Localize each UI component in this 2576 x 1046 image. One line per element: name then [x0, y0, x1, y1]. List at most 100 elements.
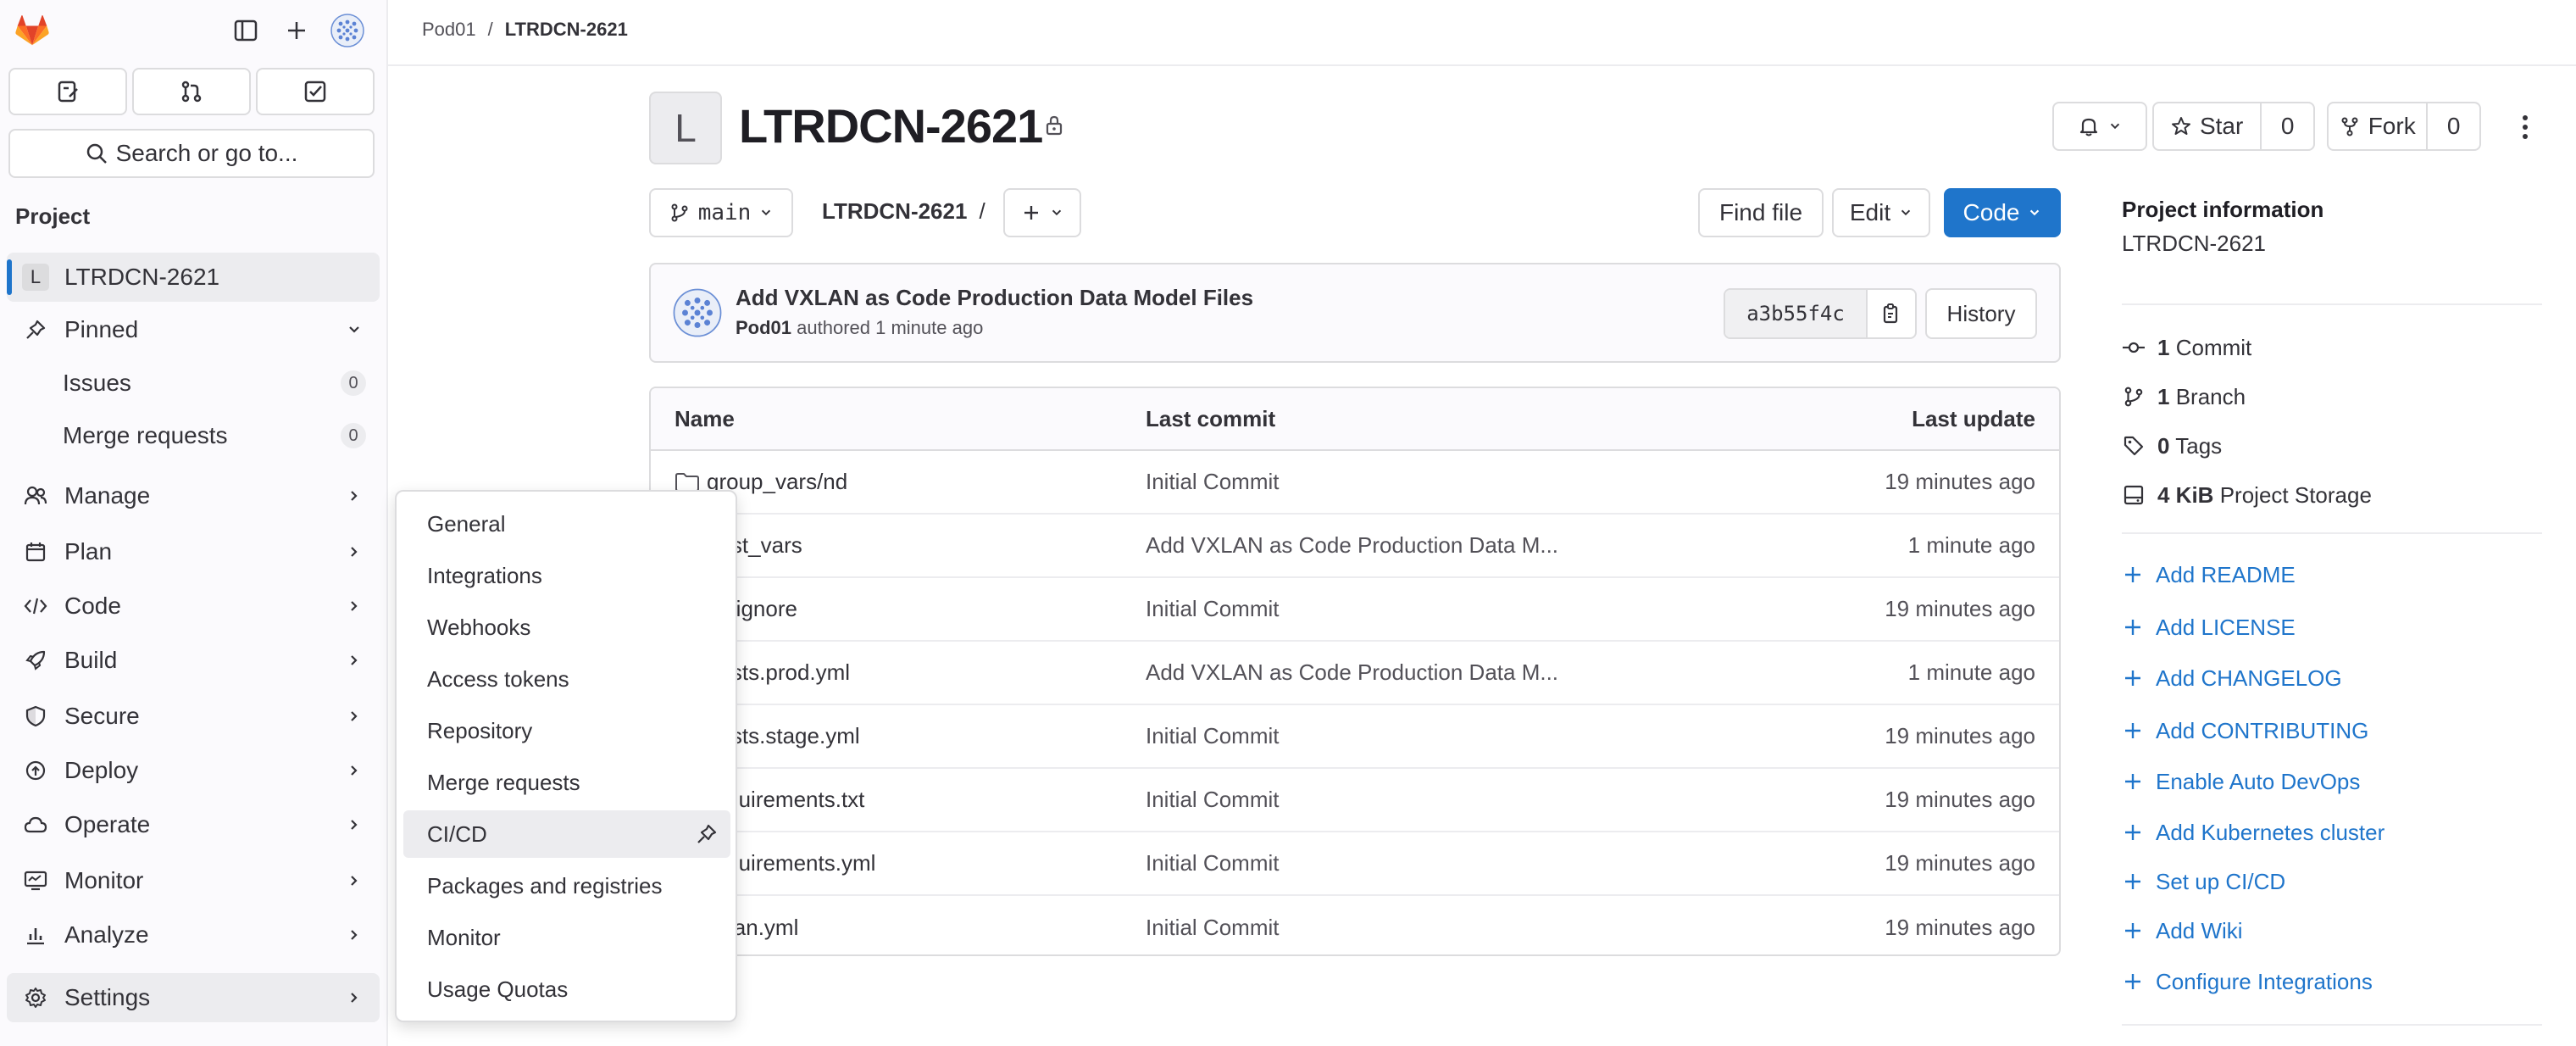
link-label: Configure Integrations	[2156, 968, 2373, 994]
settings-menu-item-monitor[interactable]: Monitor	[403, 914, 730, 961]
star-count[interactable]: 0	[2260, 103, 2313, 149]
breadcrumb-group-link[interactable]: Pod01	[422, 19, 476, 41]
sidebar-item-settings[interactable]: Settings	[7, 973, 380, 1022]
row-commit-link[interactable]: Initial Commit	[1146, 832, 1279, 894]
chevron-right-icon	[337, 488, 371, 504]
copy-sha-button[interactable]	[1866, 290, 1915, 337]
commit-title-link[interactable]: Add VXLAN as Code Production Data Model …	[736, 285, 1253, 311]
settings-menu-item-packages-registries[interactable]: Packages and registries	[403, 862, 730, 910]
row-updated: 19 minutes ago	[1885, 787, 2035, 812]
branches-stat-link[interactable]: 1 Branch	[2122, 380, 2246, 414]
sidebar-item-manage[interactable]: Manage	[7, 471, 380, 520]
sidebar-item-monitor[interactable]: Monitor	[7, 856, 380, 905]
search-button[interactable]: Search or go to...	[8, 129, 375, 178]
table-row[interactable]: hosts.prod.yml Add VXLAN as Code Product…	[651, 642, 2059, 705]
table-row[interactable]: .gitignore Initial Commit 19 minutes ago	[651, 578, 2059, 642]
row-commit-link[interactable]: Initial Commit	[1146, 896, 1279, 954]
table-row[interactable]: host_vars Add VXLAN as Code Production D…	[651, 515, 2059, 578]
sidebar-item-plan[interactable]: Plan	[7, 527, 380, 576]
commit-author-link[interactable]: Pod01	[736, 317, 791, 338]
row-commit-link[interactable]: Initial Commit	[1146, 769, 1279, 831]
pin-icon	[19, 319, 53, 341]
add-kubernetes-cluster-link[interactable]: Add Kubernetes cluster	[2122, 815, 2384, 849]
fork-count[interactable]: 0	[2426, 103, 2479, 149]
sidebar-item-project[interactable]: L LTRDCN-2621	[7, 253, 380, 302]
settings-menu-item-cicd[interactable]: CI/CD	[403, 810, 730, 858]
find-file-button[interactable]: Find file	[1698, 188, 1824, 237]
plus-icon	[2125, 723, 2140, 738]
author-avatar[interactable]	[673, 288, 722, 337]
row-commit-link[interactable]: Add VXLAN as Code Production Data M...	[1146, 515, 1558, 576]
settings-menu-item-access-tokens[interactable]: Access tokens	[403, 655, 730, 703]
history-button[interactable]: History	[1925, 288, 2037, 339]
sidebar-item-deploy[interactable]: Deploy	[7, 746, 380, 795]
repo-path-root-link[interactable]: LTRDCN-2621	[822, 198, 967, 225]
column-header-last-commit: Last commit	[1146, 405, 1276, 431]
add-license-link[interactable]: Add LICENSE	[2122, 610, 2296, 644]
row-commit-link[interactable]: Initial Commit	[1146, 451, 1279, 513]
shield-icon	[19, 705, 53, 727]
add-to-tree-dropdown[interactable]	[1003, 188, 1081, 237]
branch-selector[interactable]: main	[649, 188, 793, 237]
branch-icon	[671, 203, 688, 222]
add-readme-link[interactable]: Add README	[2122, 558, 2296, 592]
edit-dropdown[interactable]: Edit	[1832, 188, 1930, 237]
table-row[interactable]: group_vars/nd Initial Commit 19 minutes …	[651, 451, 2059, 515]
gitlab-logo-icon[interactable]	[15, 14, 49, 47]
notifications-dropdown[interactable]	[2052, 102, 2147, 151]
star-button[interactable]: Star	[2154, 103, 2260, 149]
toggle-sidebar-icon[interactable]	[229, 14, 263, 47]
fork-button[interactable]: Fork	[2329, 103, 2426, 149]
settings-menu-item-repository[interactable]: Repository	[403, 707, 730, 754]
breadcrumb-project-link[interactable]: LTRDCN-2621	[505, 19, 628, 41]
user-avatar-icon[interactable]	[330, 14, 364, 47]
sidebar-item-code[interactable]: Code	[7, 581, 380, 631]
settings-menu-item-general[interactable]: General	[403, 500, 730, 548]
sidebar-item-operate[interactable]: Operate	[7, 800, 380, 849]
link-label: Add CHANGELOG	[2156, 665, 2342, 691]
settings-menu-item-integrations[interactable]: Integrations	[403, 552, 730, 599]
settings-menu-item-webhooks[interactable]: Webhooks	[403, 604, 730, 651]
code-dropdown[interactable]: Code	[1944, 188, 2061, 237]
table-row[interactable]: requirements.yml Initial Commit 19 minut…	[651, 832, 2059, 896]
monitor-icon	[19, 870, 53, 892]
settings-menu-item-usage-quotas[interactable]: Usage Quotas	[403, 965, 730, 1013]
sidebar-item-analyze[interactable]: Analyze	[7, 910, 380, 960]
cloud-icon	[19, 815, 53, 835]
chevron-right-icon	[337, 709, 371, 724]
row-commit-link[interactable]: Add VXLAN as Code Production Data M...	[1146, 642, 1558, 704]
table-row[interactable]: vxlan.yml Initial Commit 19 minutes ago	[651, 896, 2059, 954]
settings-menu-item-merge-requests[interactable]: Merge requests	[403, 759, 730, 806]
sidebar-item-secure[interactable]: Secure	[7, 692, 380, 741]
menu-item-label: Integrations	[427, 562, 542, 588]
add-wiki-link[interactable]: Add Wiki	[2122, 914, 2243, 948]
star-button-group: Star 0	[2152, 102, 2315, 151]
storage-stat[interactable]: 4 KiB Project Storage	[2122, 478, 2372, 512]
set-up-cicd-link[interactable]: Set up CI/CD	[2122, 865, 2285, 899]
pin-icon[interactable]	[690, 823, 724, 845]
todo-list-button[interactable]	[256, 68, 375, 115]
configure-integrations-link[interactable]: Configure Integrations	[2122, 965, 2373, 999]
merge-requests-button[interactable]	[132, 68, 251, 115]
add-contributing-link[interactable]: Add CONTRIBUTING	[2122, 714, 2368, 748]
count-badge: 0	[341, 423, 366, 448]
page-title: LTRDCN-2621	[739, 98, 1043, 153]
table-row[interactable]: requirements.txt Initial Commit 19 minut…	[651, 769, 2059, 832]
sidebar-item-issues[interactable]: Issues 0	[7, 359, 380, 407]
more-actions-icon[interactable]	[2515, 108, 2535, 146]
link-label: Add CONTRIBUTING	[2156, 717, 2369, 743]
sidebar-item-build[interactable]: Build	[7, 636, 380, 685]
add-changelog-link[interactable]: Add CHANGELOG	[2122, 661, 2342, 695]
row-commit-link[interactable]: Initial Commit	[1146, 578, 1279, 640]
enable-auto-devops-link[interactable]: Enable Auto DevOps	[2122, 765, 2360, 798]
assigned-issues-button[interactable]	[8, 68, 127, 115]
commits-stat-link[interactable]: 1 Commit	[2122, 331, 2251, 364]
sidebar-item-merge-requests[interactable]: Merge requests 0	[7, 412, 380, 459]
row-commit-link[interactable]: Initial Commit	[1146, 705, 1279, 767]
row-updated: 19 minutes ago	[1885, 723, 2035, 748]
table-row[interactable]: hosts.stage.yml Initial Commit 19 minute…	[651, 705, 2059, 769]
tags-stat-link[interactable]: 0 Tags	[2122, 429, 2222, 463]
create-new-icon[interactable]	[280, 14, 314, 47]
sidebar-item-pinned[interactable]: Pinned	[7, 305, 380, 354]
commit-sha[interactable]: a3b55f4c	[1725, 290, 1866, 337]
